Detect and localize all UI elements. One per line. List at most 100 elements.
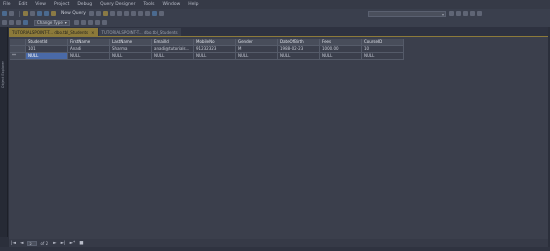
debug-start-icon[interactable] <box>151 11 157 16</box>
dmx-query-icon[interactable] <box>102 11 108 16</box>
menu-file[interactable]: File <box>3 2 11 7</box>
menu-view[interactable]: View <box>35 2 46 7</box>
search-combo[interactable]: ▾ <box>368 10 446 17</box>
cut-icon[interactable] <box>116 11 122 16</box>
stop-button[interactable]: ■ <box>79 241 83 246</box>
menu-bar: File Edit View Project Debug Query Desig… <box>0 0 550 9</box>
tab-label: TUTORIALSPOINT-T... dbo.tbl_Students <box>12 29 89 35</box>
status-bar <box>0 247 550 251</box>
paste-icon[interactable] <box>130 11 136 16</box>
table-row[interactable]: 101 Anadi Sharma anadi@tutorials... 9123… <box>10 46 404 53</box>
column-header[interactable]: Gender <box>236 39 278 46</box>
options-icon[interactable] <box>477 11 482 16</box>
toolbar-separator <box>19 10 20 17</box>
tab-students-results[interactable]: TUTORIALSPOINT-T... dbo.tbl_Students × <box>9 28 98 36</box>
grid-cell[interactable]: 1988-02-23 <box>278 46 320 53</box>
menu-query-designer[interactable]: Query Designer <box>100 2 135 7</box>
menu-help[interactable]: Help <box>188 2 198 7</box>
menu-window[interactable]: Window <box>163 2 181 7</box>
current-record-input[interactable]: 2 <box>27 240 38 246</box>
debug-target-icon[interactable] <box>158 11 164 16</box>
solution-explorer-icon[interactable] <box>456 11 461 16</box>
column-header[interactable]: EmailId <box>152 39 194 46</box>
xmla-query-icon[interactable] <box>109 11 115 16</box>
new-project-icon[interactable] <box>23 11 28 16</box>
redo-icon[interactable] <box>144 11 150 16</box>
new-record-button[interactable]: ►* <box>70 241 76 246</box>
standard-toolbar: New Query ▾ <box>0 9 550 18</box>
grid-cell[interactable]: NULL <box>320 53 362 60</box>
column-header[interactable]: LastName <box>110 39 152 46</box>
grid-cell[interactable]: 91232323 <box>194 46 236 53</box>
grid-cell[interactable]: NULL <box>68 53 110 60</box>
show-criteria-icon[interactable] <box>9 20 14 25</box>
close-icon[interactable]: × <box>91 30 94 35</box>
add-table-icon[interactable] <box>94 20 100 25</box>
new-row[interactable]: ** NULL NULL NULL NULL NULL NULL NULL NU… <box>10 53 404 60</box>
row-selector[interactable] <box>10 46 26 53</box>
column-header[interactable]: MobileNo <box>194 39 236 46</box>
grid-cell[interactable]: NULL <box>362 53 404 60</box>
previous-record-button[interactable]: ◄ <box>20 241 23 246</box>
chevron-down-icon: ▾ <box>441 11 444 17</box>
db-query-icon[interactable] <box>88 11 94 16</box>
back-icon[interactable] <box>2 11 7 16</box>
side-panel-strip: Object Explorer <box>0 27 8 237</box>
save-all-icon[interactable] <box>44 11 49 16</box>
show-results-icon[interactable] <box>23 20 28 25</box>
add-derived-table-icon[interactable] <box>101 20 107 25</box>
new-query-button[interactable]: New Query <box>61 11 86 16</box>
grid-cell[interactable]: 1000.00 <box>320 46 362 53</box>
open-file-icon[interactable] <box>30 11 35 16</box>
column-header[interactable]: FirstName <box>68 39 110 46</box>
menu-tools[interactable]: Tools <box>143 2 154 7</box>
new-row-marker[interactable]: ** <box>10 53 26 60</box>
query-designer-toolbar: Change Type ▾ <box>0 18 550 27</box>
first-record-button[interactable]: |◄ <box>11 241 16 246</box>
group-by-icon[interactable] <box>87 20 93 25</box>
grid-cell[interactable]: anadi@tutorials... <box>152 46 194 53</box>
menu-project[interactable]: Project <box>54 2 69 7</box>
grid-cell-selected[interactable]: NULL <box>26 53 68 60</box>
tab-students-design[interactable]: TUTORIALSPOINT-T... dbo.tbl_Students <box>98 28 181 36</box>
grid-cell[interactable]: NULL <box>194 53 236 60</box>
last-record-button[interactable]: ►| <box>61 241 66 246</box>
grid-cell[interactable]: Anadi <box>68 46 110 53</box>
column-header[interactable]: CourseID <box>362 39 404 46</box>
grid-cell[interactable]: Sharma <box>110 46 152 53</box>
show-sql-icon[interactable] <box>16 20 21 25</box>
grid-cell[interactable]: M <box>236 46 278 53</box>
menu-edit[interactable]: Edit <box>19 2 28 7</box>
toolbox-icon[interactable] <box>470 11 475 16</box>
grid-header-row: StudentId FirstName LastName EmailId Mob… <box>10 39 404 46</box>
tab-underline <box>9 36 548 37</box>
grid-cell[interactable]: NULL <box>152 53 194 60</box>
verify-sql-icon[interactable] <box>80 20 86 25</box>
grid-cell[interactable]: NULL <box>278 53 320 60</box>
results-grid: StudentId FirstName LastName EmailId Mob… <box>10 39 404 60</box>
column-header[interactable]: StudentId <box>26 39 68 46</box>
change-type-label: Change Type <box>37 20 63 25</box>
row-header-corner <box>10 39 26 46</box>
grid-cell[interactable]: 10 <box>362 46 404 53</box>
column-header[interactable]: Fees <box>320 39 362 46</box>
forward-icon[interactable] <box>9 11 14 16</box>
menu-debug[interactable]: Debug <box>77 2 92 7</box>
next-record-button[interactable]: ► <box>53 241 56 246</box>
execute-sql-icon[interactable] <box>73 20 79 25</box>
object-explorer-tab[interactable]: Object Explorer <box>1 61 5 88</box>
save-icon[interactable] <box>37 11 42 16</box>
grid-cell[interactable]: NULL <box>236 53 278 60</box>
undo-icon[interactable] <box>137 11 143 16</box>
column-header[interactable]: DateOfBirth <box>278 39 320 46</box>
mdx-query-icon[interactable] <box>95 11 101 16</box>
grid-cell[interactable]: 101 <box>26 46 68 53</box>
change-type-button[interactable]: Change Type ▾ <box>34 19 70 26</box>
find-icon[interactable] <box>449 11 454 16</box>
properties-icon[interactable] <box>463 11 468 16</box>
tab-label: TUTORIALSPOINT-T... dbo.tbl_Students <box>101 29 178 35</box>
show-diagram-icon[interactable] <box>2 20 7 25</box>
new-query-icon[interactable] <box>51 11 56 16</box>
grid-cell[interactable]: NULL <box>110 53 152 60</box>
copy-icon[interactable] <box>123 11 129 16</box>
